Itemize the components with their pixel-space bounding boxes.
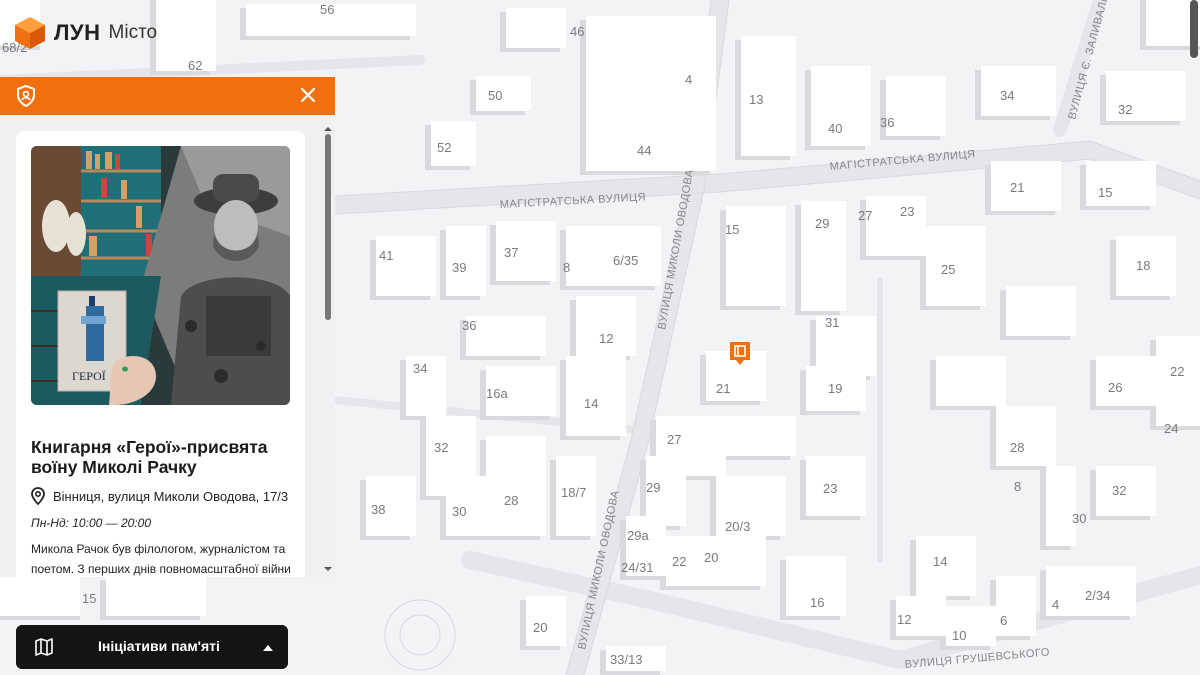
house-number: 25	[941, 262, 955, 277]
app-logo[interactable]: ЛУН Місто	[14, 16, 157, 50]
panel-header	[0, 77, 335, 115]
house-number: 6	[1000, 613, 1007, 628]
house-number: 14	[584, 396, 598, 411]
opening-hours: Пн-Нд: 10:00 — 20:00	[31, 516, 151, 530]
house-number: 19	[828, 381, 842, 396]
house-number: 30	[452, 504, 466, 519]
scroll-down-icon[interactable]	[323, 565, 333, 573]
house-number: 32	[1118, 102, 1132, 117]
app-subtitle: Місто	[108, 22, 158, 43]
house-number: 20	[533, 620, 547, 635]
house-number: 56	[320, 2, 334, 17]
house-number: 20	[704, 550, 718, 565]
house-number: 12	[599, 331, 613, 346]
panel-scroll-thumb[interactable]	[325, 134, 331, 320]
house-number: 33/13	[610, 652, 643, 667]
caret-up-icon	[263, 645, 273, 651]
house-number: 31	[825, 315, 839, 330]
house-number: 36	[880, 115, 894, 130]
shield-icon	[17, 85, 35, 107]
place-description: Микола Рачок був філологом, журналістом …	[31, 542, 291, 576]
house-number: 38	[371, 502, 385, 517]
house-number: 39	[452, 260, 466, 275]
page-scrollbar[interactable]	[1188, 0, 1200, 60]
place-card: ГЕРОЇ Книгарня «Герої»-присвята воїну Ми…	[16, 131, 305, 577]
house-number: 29	[815, 216, 829, 231]
house-number: 8	[563, 260, 570, 275]
house-number: 8	[1014, 479, 1021, 494]
house-number: 22	[1170, 364, 1184, 379]
house-number: 2/34	[1085, 588, 1110, 603]
location-pin-icon	[31, 487, 45, 505]
house-number: 62	[188, 58, 202, 73]
map-icon	[35, 638, 53, 656]
house-number: 41	[379, 248, 393, 263]
house-number: 50	[488, 88, 502, 103]
house-number: 34	[1000, 88, 1014, 103]
house-number: 36	[462, 318, 476, 333]
book-cover-text: ГЕРОЇ	[72, 369, 106, 383]
house-number: 24	[1164, 421, 1178, 436]
house-number: 29	[646, 480, 660, 495]
house-number: 12	[897, 612, 911, 627]
house-number: 37	[504, 245, 518, 260]
house-number: 15	[725, 222, 739, 237]
app-brand: ЛУН	[54, 20, 101, 45]
house-number: 15	[1098, 185, 1112, 200]
house-number: 29а	[627, 528, 649, 543]
house-number: 30	[1072, 511, 1086, 526]
house-number: 22	[672, 554, 686, 569]
house-number: 26	[1108, 380, 1122, 395]
house-number: 40	[828, 121, 842, 136]
house-number: 32	[434, 440, 448, 455]
address-text: Вінниця, вулиця Миколи Оводова, 17/3	[53, 488, 289, 504]
house-number: 27	[858, 208, 872, 223]
house-number: 13	[749, 92, 763, 107]
house-number: 18	[1136, 258, 1150, 273]
place-title: Книгарня «Герої»-присвята воїну Миколі Р…	[31, 437, 268, 477]
house-number: 52	[437, 140, 451, 155]
house-number: 24/31	[621, 560, 654, 575]
house-number: 14	[933, 554, 947, 569]
house-number: 44	[637, 143, 651, 158]
house-number: 23	[900, 204, 914, 219]
house-number: 16	[810, 595, 824, 610]
house-number: 32	[1112, 483, 1126, 498]
house-number: 21	[716, 381, 730, 396]
house-number: 15	[82, 591, 96, 606]
house-number: 34	[413, 361, 427, 376]
house-number: 23	[823, 481, 837, 496]
memory-initiatives-label: Ініціативи пам'яті	[98, 638, 220, 654]
house-number: 27	[667, 432, 681, 447]
house-number: 4	[685, 72, 692, 87]
house-number: 4	[1052, 597, 1059, 612]
house-number: 28	[1010, 440, 1024, 455]
house-number: 20/3	[725, 519, 750, 534]
house-number: 10	[952, 628, 966, 643]
scroll-up-icon[interactable]	[323, 125, 333, 133]
place-photo: ГЕРОЇ	[31, 146, 290, 405]
house-number: 18/7	[561, 485, 586, 500]
close-icon[interactable]	[299, 86, 317, 104]
cube-logo-icon	[15, 17, 45, 49]
memory-initiatives-button[interactable]: Ініціативи пам'яті	[16, 625, 288, 669]
house-number: 28	[504, 493, 518, 508]
house-number: 6/35	[613, 253, 638, 268]
info-panel[interactable]: ГЕРОЇ Книгарня «Герої»-присвята воїну Ми…	[0, 115, 335, 577]
place-address: Вінниця, вулиця Миколи Оводова, 17/3	[31, 487, 288, 505]
house-number: 21	[1010, 180, 1024, 195]
house-number: 16а	[486, 386, 508, 401]
house-number: 46	[570, 24, 584, 39]
